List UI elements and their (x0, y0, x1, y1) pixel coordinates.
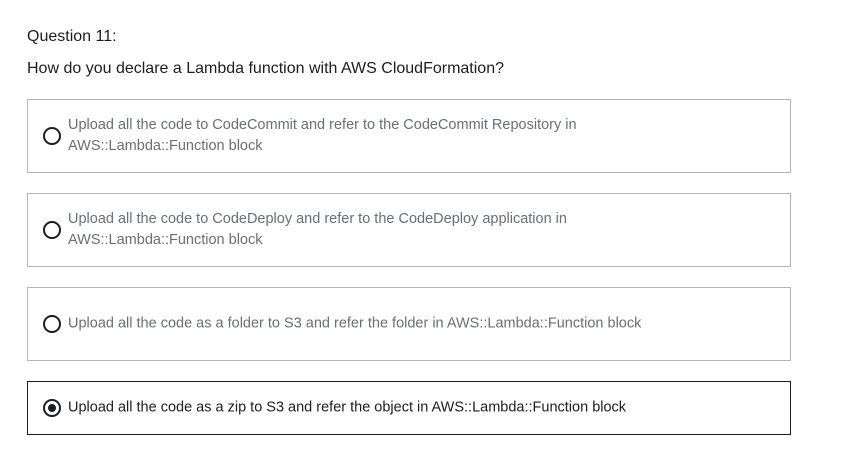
answer-option-label: Upload all the code as a folder to S3 an… (68, 315, 642, 332)
radio-button-selected-icon[interactable] (43, 399, 61, 417)
answer-option-4[interactable]: Upload all the code as a zip to S3 and r… (27, 381, 791, 435)
answer-option-1[interactable]: Upload all the code to CodeCommit and re… (27, 99, 791, 173)
answer-option-3[interactable]: Upload all the code as a folder to S3 an… (27, 287, 791, 361)
answer-option-label: Upload all the code as a zip to S3 and r… (68, 399, 627, 416)
question-header: Question 11: (27, 28, 117, 45)
radio-button-icon[interactable] (43, 127, 61, 145)
radio-button-icon[interactable] (43, 221, 61, 239)
question-text: How do you declare a Lambda function wit… (27, 60, 504, 77)
radio-button-icon[interactable] (43, 315, 61, 333)
answer-option-label: Upload all the code to CodeCommit and re… (68, 117, 577, 154)
answer-option-label: Upload all the code to CodeDeploy and re… (68, 211, 567, 248)
answer-option-2[interactable]: Upload all the code to CodeDeploy and re… (27, 193, 791, 267)
